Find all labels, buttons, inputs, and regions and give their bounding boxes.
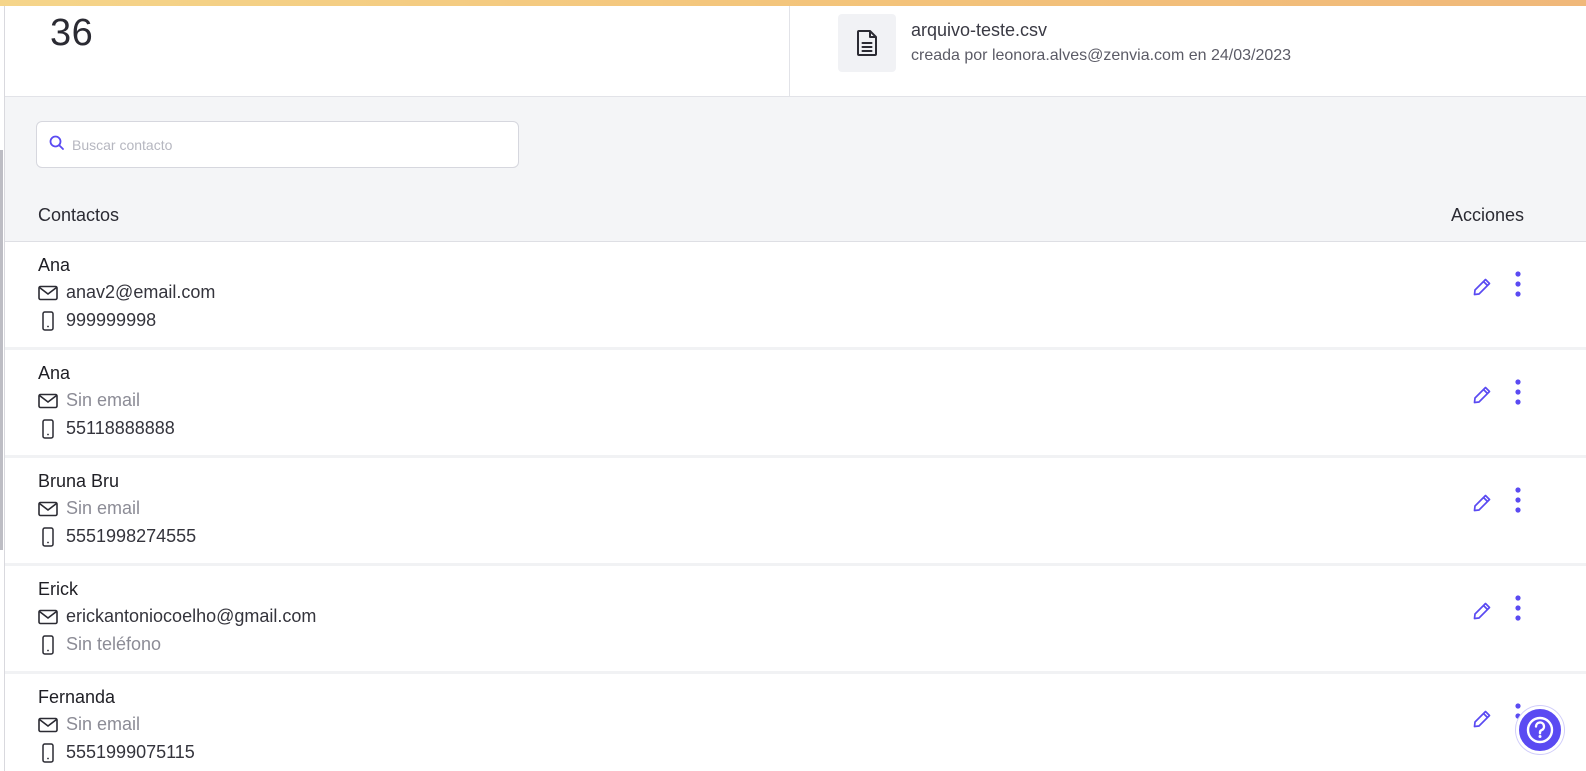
help-icon (1526, 716, 1554, 744)
mobile-phone-icon (38, 526, 58, 547)
document-icon (838, 14, 896, 72)
contact-phone-line: 999999998 (38, 310, 156, 331)
more-vertical-icon (1515, 379, 1521, 405)
file-created-info: creada por leonora.alves@zenvia.com en 2… (911, 47, 1292, 64)
contact-row[interactable]: Bruna Bru Sin email 5551998274555 (5, 458, 1586, 566)
envelope-icon (38, 391, 58, 411)
pencil-icon (1473, 386, 1491, 404)
contact-phone: 999999998 (66, 310, 157, 330)
envelope-icon (38, 283, 58, 303)
edit-contact-button[interactable] (1470, 491, 1494, 515)
contact-email: Sin email (66, 498, 141, 518)
edit-contact-button[interactable] (1470, 599, 1494, 623)
contact-phone: 5551999075115 (66, 742, 195, 762)
pencil-icon (1473, 278, 1491, 296)
contact-row[interactable]: Fernanda Sin email 5551999075115 (5, 674, 1586, 771)
edit-contact-button[interactable] (1470, 383, 1494, 407)
scrollbar[interactable] (0, 150, 3, 550)
mobile-phone-icon (38, 742, 58, 763)
column-header-actions: Acciones (1450, 205, 1524, 225)
contacts-toolbar: Contactos Acciones (5, 97, 1586, 242)
mobile-phone-icon (38, 418, 58, 439)
contact-name: Ana (38, 255, 71, 275)
contact-name: Bruna Bru (38, 471, 120, 491)
mobile-phone-icon (38, 310, 58, 331)
help-button[interactable] (1516, 706, 1564, 754)
envelope-icon (38, 499, 58, 519)
contact-row[interactable]: Erick erickantoniocoelho@gmail.com Sin t… (5, 566, 1586, 674)
column-header-contacts: Contactos (38, 205, 120, 225)
contact-phone: 55118888888 (66, 418, 175, 438)
edit-contact-button[interactable] (1470, 275, 1494, 299)
contact-email: Sin email (66, 714, 141, 734)
more-options-button[interactable] (1507, 485, 1529, 515)
contact-count: 36 (50, 12, 94, 54)
contact-email-line: erickantoniocoelho@gmail.com (38, 606, 316, 627)
contact-row[interactable]: Ana Sin email 55118888888 (5, 350, 1586, 458)
contact-email-line: Sin email (38, 714, 140, 735)
more-options-button[interactable] (1507, 377, 1529, 407)
more-vertical-icon (1515, 271, 1521, 297)
more-options-button[interactable] (1507, 269, 1529, 299)
contact-email-line: anav2@email.com (38, 282, 215, 303)
envelope-icon (38, 607, 58, 627)
edit-contact-button[interactable] (1470, 707, 1494, 731)
envelope-icon (38, 715, 58, 735)
more-options-button[interactable] (1507, 593, 1529, 623)
summary-divider (789, 6, 790, 97)
contact-name: Ana (38, 363, 71, 383)
contact-email: Sin email (66, 390, 141, 410)
list-summary: 36 arquivo-teste.csv creada por leonora.… (5, 6, 1586, 97)
file-name: arquivo-teste.csv (911, 20, 1048, 40)
search-icon (48, 134, 66, 152)
contact-phone-line: 55118888888 (38, 418, 175, 439)
contact-phone-line: 5551999075115 (38, 742, 195, 763)
contact-email: anav2@email.com (66, 282, 216, 302)
pencil-icon (1473, 494, 1491, 512)
search-input[interactable] (72, 132, 502, 158)
contact-email-line: Sin email (38, 498, 140, 519)
contact-email: erickantoniocoelho@gmail.com (66, 606, 317, 626)
more-vertical-icon (1515, 487, 1521, 513)
contact-phone-line: 5551998274555 (38, 526, 196, 547)
search-box[interactable] (36, 121, 519, 168)
contact-name: Fernanda (38, 687, 116, 707)
contact-phone-line: Sin teléfono (38, 634, 161, 655)
contacts-list: Ana anav2@email.com 999999998 Ana Sin em… (5, 242, 1586, 771)
pencil-icon (1473, 602, 1491, 620)
contact-phone: Sin teléfono (66, 634, 162, 654)
contact-row[interactable]: Ana anav2@email.com 999999998 (5, 242, 1586, 350)
contact-email-line: Sin email (38, 390, 140, 411)
more-vertical-icon (1515, 595, 1521, 621)
mobile-phone-icon (38, 634, 58, 655)
contact-name: Erick (38, 579, 78, 599)
contact-phone: 5551998274555 (66, 526, 197, 546)
pencil-icon (1473, 710, 1491, 728)
